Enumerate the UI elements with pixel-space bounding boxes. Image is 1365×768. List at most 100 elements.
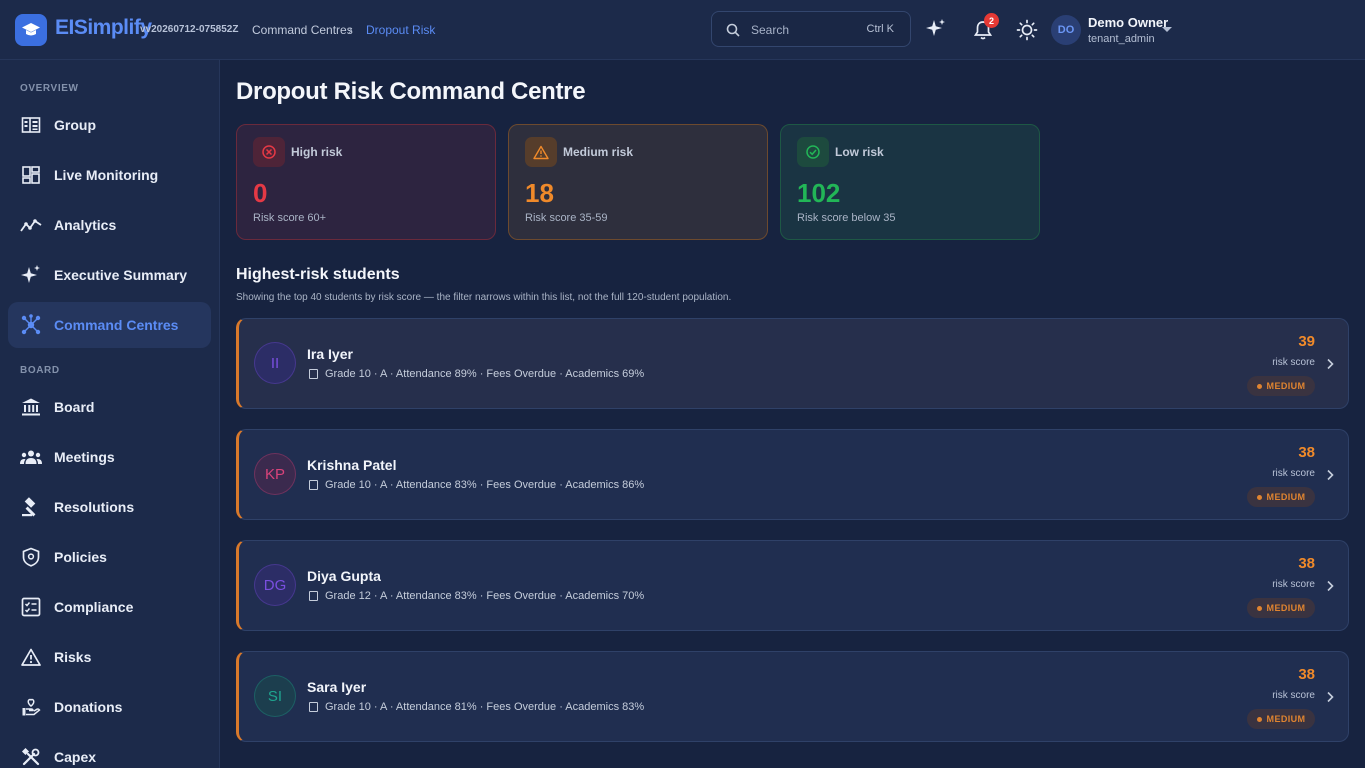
warning-icon xyxy=(20,646,42,668)
sidebar-item-label: Executive Summary xyxy=(54,267,188,283)
sidebar-item-label: Donations xyxy=(54,699,123,715)
risk-level-text: MEDIUM xyxy=(1266,492,1306,502)
risk-score-value: 38 xyxy=(1298,666,1315,683)
stat-subtitle: Risk score below 35 xyxy=(797,212,896,224)
document-icon xyxy=(309,369,318,379)
sidebar-item-live-monitoring[interactable]: Live Monitoring xyxy=(8,152,211,198)
breadcrumb-dropout-risk: Dropout Risk xyxy=(366,23,436,37)
search-input[interactable]: Search Ctrl K xyxy=(711,11,911,47)
risk-score-label: risk score xyxy=(1272,690,1315,701)
chevron-down-icon[interactable] xyxy=(1162,27,1172,32)
search-placeholder: Search xyxy=(751,23,790,37)
risk-level-badge: MEDIUM xyxy=(1247,598,1315,618)
sidebar-item-policies[interactable]: Policies xyxy=(8,534,211,580)
dashboard-icon xyxy=(20,164,42,186)
sidebar-section-board: BOARD xyxy=(20,365,60,376)
student-meta-text: Grade 10 · A · Attendance 89% · Fees Ove… xyxy=(325,368,645,380)
risk-level-badge: MEDIUM xyxy=(1247,376,1315,396)
student-meta-text: Grade 10 · A · Attendance 83% · Fees Ove… xyxy=(325,479,645,491)
stat-card-low-risk[interactable]: Low risk 102 Risk score below 35 xyxy=(780,124,1040,240)
student-row[interactable]: DG Diya Gupta Grade 12 · A · Attendance 83… xyxy=(236,540,1349,631)
sidebar-item-board[interactable]: Board xyxy=(8,384,211,430)
top-bar: EISimplify vv20260712-075852Z Command Ce… xyxy=(0,0,1365,60)
document-icon xyxy=(309,480,318,490)
sidebar-item-label: Risks xyxy=(54,649,92,665)
hub-icon xyxy=(20,314,42,336)
stat-card-high-risk[interactable]: High risk 0 Risk score 60+ xyxy=(236,124,496,240)
risk-level-text: MEDIUM xyxy=(1266,603,1306,613)
risk-level-text: MEDIUM xyxy=(1266,381,1306,391)
sidebar-item-meetings[interactable]: Meetings xyxy=(8,434,211,480)
sidebar-item-analytics[interactable]: Analytics xyxy=(8,202,211,248)
sidebar-item-label: Board xyxy=(54,399,95,415)
search-shortcut: Ctrl K xyxy=(866,23,895,35)
chevron-right-icon[interactable] xyxy=(1326,691,1334,703)
brand-name[interactable]: EISimplify xyxy=(55,16,152,40)
student-name: Sara Iyer xyxy=(307,679,367,695)
stat-value: 102 xyxy=(797,178,841,208)
document-icon xyxy=(309,591,318,601)
bank-icon xyxy=(20,396,42,418)
sidebar-item-risks[interactable]: Risks xyxy=(8,634,211,680)
chevron-right-icon[interactable] xyxy=(1326,358,1334,370)
student-meta: Grade 10 · A · Attendance 89% · Fees Ove… xyxy=(309,368,644,380)
status-dot xyxy=(1256,383,1262,389)
chevron-right-icon[interactable] xyxy=(1326,580,1334,592)
version-label: vv20260712-075852Z xyxy=(140,24,239,35)
stat-label: High risk xyxy=(291,145,343,159)
check-circle-icon xyxy=(797,137,829,167)
student-row[interactable]: KP Krishna Patel Grade 10 · A · Attendance… xyxy=(236,429,1349,520)
tools-icon xyxy=(20,746,42,768)
user-role: tenant_admin xyxy=(1088,33,1155,45)
sidebar-item-command-centres[interactable]: Command Centres xyxy=(8,302,211,348)
chevron-right-icon[interactable] xyxy=(1326,469,1334,481)
section-title: Highest-risk students xyxy=(236,266,400,283)
student-row[interactable]: SI Sara Iyer Grade 10 · A · Attendance 81%… xyxy=(236,651,1349,742)
student-row[interactable]: II Ira Iyer Grade 10 · A · Attendance 89% … xyxy=(236,318,1349,409)
sidebar-section-overview: OVERVIEW xyxy=(20,83,79,94)
status-dot xyxy=(1256,716,1262,722)
graduation-cap-icon[interactable] xyxy=(15,14,47,46)
risk-level-badge: MEDIUM xyxy=(1247,709,1315,729)
risk-score-label: risk score xyxy=(1272,579,1315,590)
student-name: Krishna Patel xyxy=(307,457,397,473)
checklist-icon xyxy=(20,596,42,618)
sun-icon[interactable] xyxy=(1016,19,1038,41)
document-icon xyxy=(309,702,318,712)
student-name: Ira Iyer xyxy=(307,346,353,362)
search-icon xyxy=(726,23,740,37)
sidebar-item-label: Meetings xyxy=(54,449,115,465)
analytics-icon xyxy=(20,214,42,236)
chevron-right-icon: › xyxy=(348,21,353,37)
sidebar-item-capex[interactable]: Capex xyxy=(8,734,211,768)
risk-score-label: risk score xyxy=(1272,357,1315,368)
risk-score-value: 38 xyxy=(1298,444,1315,461)
shield-icon xyxy=(20,546,42,568)
sidebar-item-donations[interactable]: Donations xyxy=(8,684,211,730)
user-name[interactable]: Demo Owner xyxy=(1088,15,1168,30)
ai-sparkle-icon[interactable] xyxy=(925,18,947,40)
stat-value: 0 xyxy=(253,178,268,208)
breadcrumb-command-centres[interactable]: Command Centres xyxy=(252,23,353,37)
user-avatar[interactable]: DO xyxy=(1051,15,1081,45)
sidebar-item-label: Live Monitoring xyxy=(54,167,159,183)
student-meta: Grade 12 · A · Attendance 83% · Fees Ove… xyxy=(309,590,644,602)
sidebar-item-label: Group xyxy=(54,117,96,133)
sidebar-item-executive-summary[interactable]: Executive Summary xyxy=(8,252,211,298)
page-title: Dropout Risk Command Centre xyxy=(236,78,586,105)
error-circle-icon xyxy=(253,137,285,167)
sidebar-item-group[interactable]: Group xyxy=(8,102,211,148)
section-subtitle: Showing the top 40 students by risk scor… xyxy=(236,292,732,303)
student-name: Diya Gupta xyxy=(307,568,381,584)
sidebar-item-resolutions[interactable]: Resolutions xyxy=(8,484,211,530)
sidebar-item-label: Resolutions xyxy=(54,499,135,515)
risk-level-badge: MEDIUM xyxy=(1247,487,1315,507)
stat-card-medium-risk[interactable]: Medium risk 18 Risk score 35-59 xyxy=(508,124,768,240)
risk-score-label: risk score xyxy=(1272,468,1315,479)
risk-score-value: 39 xyxy=(1298,333,1315,350)
student-avatar: DG xyxy=(254,564,296,606)
gavel-icon xyxy=(20,496,42,518)
student-avatar: KP xyxy=(254,453,296,495)
student-avatar: SI xyxy=(254,675,296,717)
sidebar-item-compliance[interactable]: Compliance xyxy=(8,584,211,630)
